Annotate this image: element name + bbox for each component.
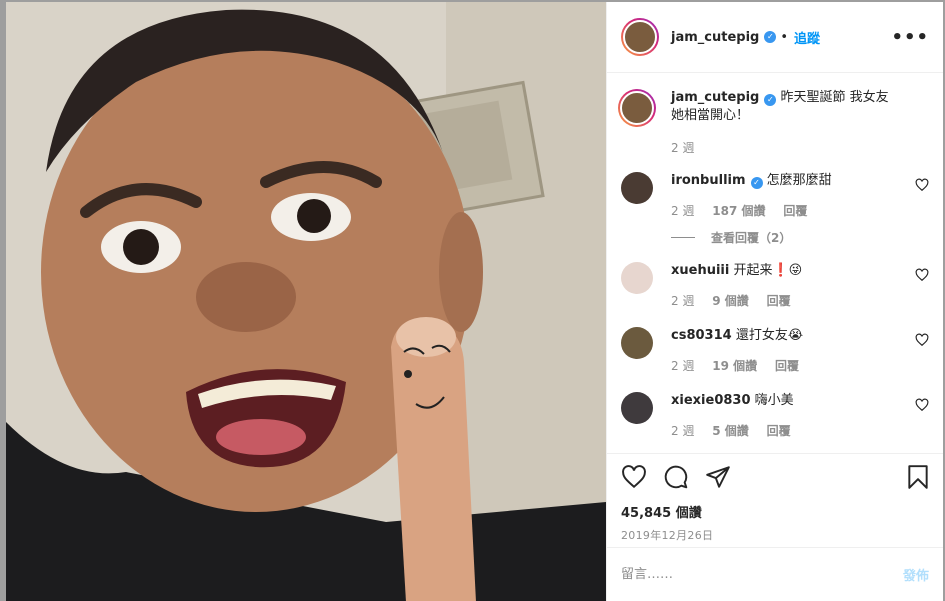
follow-button[interactable]: 追蹤 [794,28,820,47]
comment-avatar[interactable] [621,327,653,359]
post-actions: 45,845 個讚 2019年12月26日 [607,453,943,547]
comment-text: 开起来❗😜 [733,263,803,278]
comment-likes[interactable]: 187 個讚 [712,204,765,218]
comment-icon[interactable] [663,464,689,490]
comment-text: 怎麼那麼甜 [766,173,832,188]
post-comment-button[interactable]: 發佈 [903,565,929,584]
reply-button[interactable]: 回覆 [775,359,799,373]
post-photo [6,2,606,601]
post-sidebar: jam_cutepig ✓ • 追蹤 ••• jam_cutepig ✓ 昨天聖誕… [606,2,943,601]
comment-composer: 發佈 [607,547,943,601]
replies-divider [671,237,695,238]
comment-text: 嗨小美 [754,393,794,408]
comment-item: ironbullim ✓ 怎麼那麼甜 2 週 187 個讚 回覆 查看回覆（2） [621,172,929,246]
comment-avatar[interactable] [621,172,653,204]
verified-badge-icon: ✓ [750,177,763,189]
caption-time[interactable]: 2 週 [671,141,694,155]
comment-username[interactable]: xiexie0830 [671,393,751,408]
comments-list[interactable]: jam_cutepig ✓ 昨天聖誕節 我女友她相當開心！ 2 週 ironbul… [607,73,943,453]
comment-time[interactable]: 2 週 [671,204,694,218]
view-replies-button[interactable]: 查看回覆（2） [671,229,899,246]
comment-heart-icon[interactable] [915,178,929,192]
reply-button[interactable]: 回覆 [767,424,791,438]
more-options-icon[interactable]: ••• [891,27,929,48]
comment-heart-icon[interactable] [915,268,929,282]
post-header: jam_cutepig ✓ • 追蹤 ••• [607,2,943,73]
comment-item: xiexie0830 嗨小美 2 週 5 個讚 回覆 [621,392,929,439]
bookmark-icon[interactable] [907,464,929,490]
caption-avatar[interactable] [618,89,656,127]
caption: jam_cutepig ✓ 昨天聖誕節 我女友她相當開心！ 2 週 [618,89,929,156]
comment-time[interactable]: 2 週 [671,359,694,373]
author-avatar[interactable] [621,18,659,56]
selfie-photo [6,2,606,601]
post-date[interactable]: 2019年12月26日 [621,527,929,543]
comment-time[interactable]: 2 週 [671,424,694,438]
comment-avatar[interactable] [621,392,653,424]
comment-heart-icon[interactable] [915,398,929,412]
share-icon[interactable] [705,464,731,490]
comment-item: xuehuiii 开起来❗😜 2 週 9 個讚 回覆 [621,262,929,309]
post-modal: jam_cutepig ✓ • 追蹤 ••• jam_cutepig ✓ 昨天聖誕… [6,2,943,601]
likes-count[interactable]: 45,845 個讚 [621,502,929,521]
comment-username[interactable]: xuehuiii [671,263,729,278]
comment-heart-icon[interactable] [915,333,929,347]
author-username[interactable]: jam_cutepig [671,30,759,45]
comment-avatar[interactable] [621,262,653,294]
view-replies-label: 查看回覆（2） [711,231,792,245]
comment-username[interactable]: ironbullim [671,173,746,188]
reply-button[interactable]: 回覆 [767,294,791,308]
comment-likes[interactable]: 5 個讚 [712,424,749,438]
comment-text: 還打女友😭 [735,328,804,343]
caption-username[interactable]: jam_cutepig [671,90,759,105]
comment-input[interactable] [621,567,903,582]
reply-button[interactable]: 回覆 [783,204,807,218]
comment-likes[interactable]: 9 個讚 [712,294,749,308]
comment-time[interactable]: 2 週 [671,294,694,308]
heart-icon[interactable] [621,464,647,490]
separator-dot: • [780,29,789,45]
comment-item: cs80314 還打女友😭 2 週 19 個讚 回覆 [621,327,929,374]
verified-badge-icon: ✓ [764,94,777,106]
comment-likes[interactable]: 19 個讚 [712,359,757,373]
verified-badge-icon: ✓ [764,31,777,43]
comment-username[interactable]: cs80314 [671,328,732,343]
